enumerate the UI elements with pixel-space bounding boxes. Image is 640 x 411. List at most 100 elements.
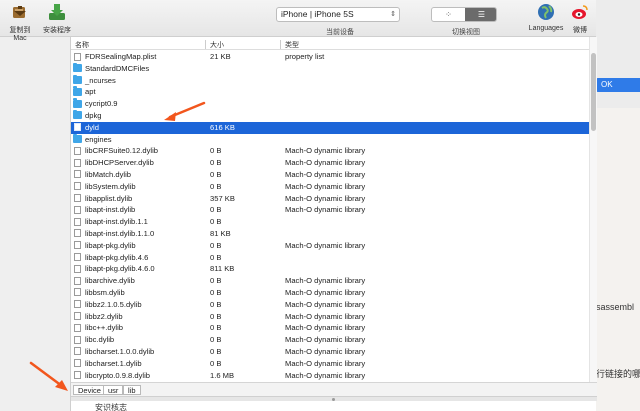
file-name: StandardDMCFiles <box>85 63 150 73</box>
file-name: libMatch.dylib <box>85 169 132 179</box>
file-size: 0 B <box>210 335 222 345</box>
weibo-button[interactable]: 微博 <box>568 3 592 35</box>
background-left-panel <box>0 36 70 411</box>
column-size[interactable]: 大小 <box>210 40 224 50</box>
file-kind: Mach-O dynamic library <box>285 323 366 333</box>
file-name: libapt-pkg.dylib.4.6 <box>85 252 149 262</box>
file-row[interactable]: libbz2.dylib 0 B Mach-O dynamic library <box>71 311 589 323</box>
list-view-icon[interactable]: ☰ <box>465 8 496 21</box>
file-kind: Mach-O dynamic library <box>285 193 366 203</box>
file-row[interactable]: libapt-inst.dylib.1.1.0 81 KB <box>71 228 589 240</box>
file-size: 0 B <box>210 217 222 227</box>
file-size: 0 B <box>210 169 222 179</box>
file-name: dpkg <box>85 110 102 120</box>
pane-splitter[interactable] <box>71 396 597 401</box>
file-kind: Mach-O dynamic library <box>285 276 366 286</box>
path-bar: Device usr lib <box>71 382 597 396</box>
file-row[interactable]: libCRFSuite0.12.dylib 0 B Mach-O dynamic l… <box>71 145 589 157</box>
file-row[interactable]: libapt-pkg.dylib.4.6 0 B <box>71 252 589 264</box>
file-row[interactable]: libapt-inst.dylib.1.1 0 B <box>71 216 589 228</box>
column-name[interactable]: 名称 <box>75 40 89 50</box>
chevron-updown-icon: ⇕ <box>390 11 396 18</box>
file-row[interactable]: apt <box>71 86 589 98</box>
vertical-scrollbar[interactable] <box>589 37 597 389</box>
languages-label: Languages <box>528 25 564 32</box>
path-crumb-device[interactable]: Device <box>73 385 106 395</box>
file-size: 0 B <box>210 252 222 262</box>
file-kind: property list <box>285 52 325 61</box>
file-kind: Mach-O dynamic library <box>285 311 366 321</box>
file-name: libapplist.dylib <box>85 193 133 203</box>
file-name: libarchive.dylib <box>85 276 135 286</box>
file-row[interactable]: libc++.dylib 0 B Mach-O dynamic library <box>71 322 589 334</box>
file-row[interactable]: libbz2.1.0.5.dylib 0 B Mach-O dynamic libr… <box>71 299 589 311</box>
file-row[interactable]: libcharset.1.dylib 0 B Mach-O dynamic libr… <box>71 358 589 370</box>
file-icon <box>74 312 81 321</box>
file-icon <box>74 229 81 238</box>
file-row[interactable]: libapplist.dylib 357 KB Mach-O dynamic lib… <box>71 193 589 205</box>
folder-icon <box>73 109 82 120</box>
file-row[interactable]: libapt-pkg.dylib 0 B Mach-O dynamic librar… <box>71 240 589 252</box>
file-row[interactable]: libcharset.1.0.0.dylib 0 B Mach-O dynamic … <box>71 346 589 358</box>
file-row[interactable]: _ncurses <box>71 74 589 87</box>
path-crumb-lib[interactable]: lib <box>123 385 141 395</box>
bottom-pane-text: 安识核志 <box>95 403 127 411</box>
file-icon <box>74 123 81 132</box>
file-row[interactable]: libapt-pkg.dylib.4.6.0 811 KB <box>71 263 589 275</box>
annotation-arrow-icon <box>29 361 68 391</box>
file-name: libcharset.1.dylib <box>85 358 142 368</box>
device-select[interactable]: iPhone | iPhone 5S ⇕ <box>276 7 400 22</box>
file-row[interactable]: libMatch.dylib 0 B Mach-O dynamic library <box>71 169 589 181</box>
file-name: apt <box>85 87 96 97</box>
file-name: libDHCPServer.dylib <box>85 158 154 168</box>
file-kind: Mach-O dynamic library <box>285 346 366 356</box>
file-size: 81 KB <box>210 228 231 238</box>
copy-to-mac-button[interactable]: 复制到Mac <box>3 3 37 42</box>
file-list: FDRSealingMap.plist 21 KB property list Sta… <box>71 51 589 389</box>
file-kind: Mach-O dynamic library <box>285 370 366 380</box>
device-label: 当前设备 <box>326 29 354 36</box>
file-size: 0 B <box>210 146 222 156</box>
file-icon <box>74 335 81 344</box>
folder-icon <box>73 74 82 85</box>
file-row[interactable]: libDHCPServer.dylib 0 B Mach-O dynamic lib… <box>71 157 589 169</box>
languages-button[interactable]: Languages <box>526 3 566 32</box>
background-ok-button[interactable]: OK <box>596 78 640 92</box>
install-app-button[interactable]: 安装程序 <box>42 3 72 35</box>
file-row[interactable]: libapt-inst.dylib 0 B Mach-O dynamic libra… <box>71 204 589 216</box>
file-icon <box>74 52 81 61</box>
file-name: _ncurses <box>85 75 116 85</box>
file-row[interactable]: libc.dylib 0 B Mach-O dynamic library <box>71 334 589 346</box>
file-kind: Mach-O dynamic library <box>285 240 366 250</box>
file-row[interactable]: engines <box>71 133 589 146</box>
file-row[interactable]: dyld 616 KB <box>71 121 589 134</box>
file-kind: Mach-O dynamic library <box>285 335 366 345</box>
file-row[interactable]: libSystem.dylib 0 B Mach-O dynamic library <box>71 181 589 193</box>
scrollbar-thumb[interactable] <box>591 53 596 131</box>
file-name: engines <box>85 134 112 144</box>
file-kind: Mach-O dynamic library <box>285 181 366 191</box>
file-icon <box>74 146 81 155</box>
background-document <box>596 108 640 411</box>
grid-view-icon[interactable]: ⁘ <box>432 8 465 21</box>
file-size: 0 B <box>210 181 222 191</box>
file-icon <box>74 217 81 226</box>
file-row[interactable]: libcrypto.0.9.8.dylib 1.6 MB Mach-O dynami… <box>71 370 589 382</box>
file-browser: 名称 大小 类型 FDRSealingMap.plist 21 KB propert… <box>70 37 597 411</box>
view-switch[interactable]: ⁘ ☰ <box>431 7 497 22</box>
file-row[interactable]: cycript0.9 <box>71 98 589 110</box>
file-row[interactable]: FDRSealingMap.plist 21 KB property list <box>71 51 589 63</box>
file-row[interactable]: dpkg <box>71 109 589 122</box>
file-size: 0 B <box>210 323 222 333</box>
column-kind[interactable]: 类型 <box>285 40 299 50</box>
file-row[interactable]: libarchive.dylib 0 B Mach-O dynamic librar… <box>71 275 589 287</box>
file-size: 0 B <box>210 287 222 297</box>
file-row[interactable]: StandardDMCFiles <box>71 62 589 75</box>
file-name: libbz2.dylib <box>85 311 123 321</box>
path-crumb-usr[interactable]: usr <box>103 385 124 395</box>
file-size: 616 KB <box>210 122 235 132</box>
file-row[interactable]: libbsm.dylib 0 B Mach-O dynamic library <box>71 287 589 299</box>
file-icon <box>74 323 81 332</box>
install-app-label: 安装程序 <box>43 27 71 34</box>
file-size: 0 B <box>210 358 222 368</box>
